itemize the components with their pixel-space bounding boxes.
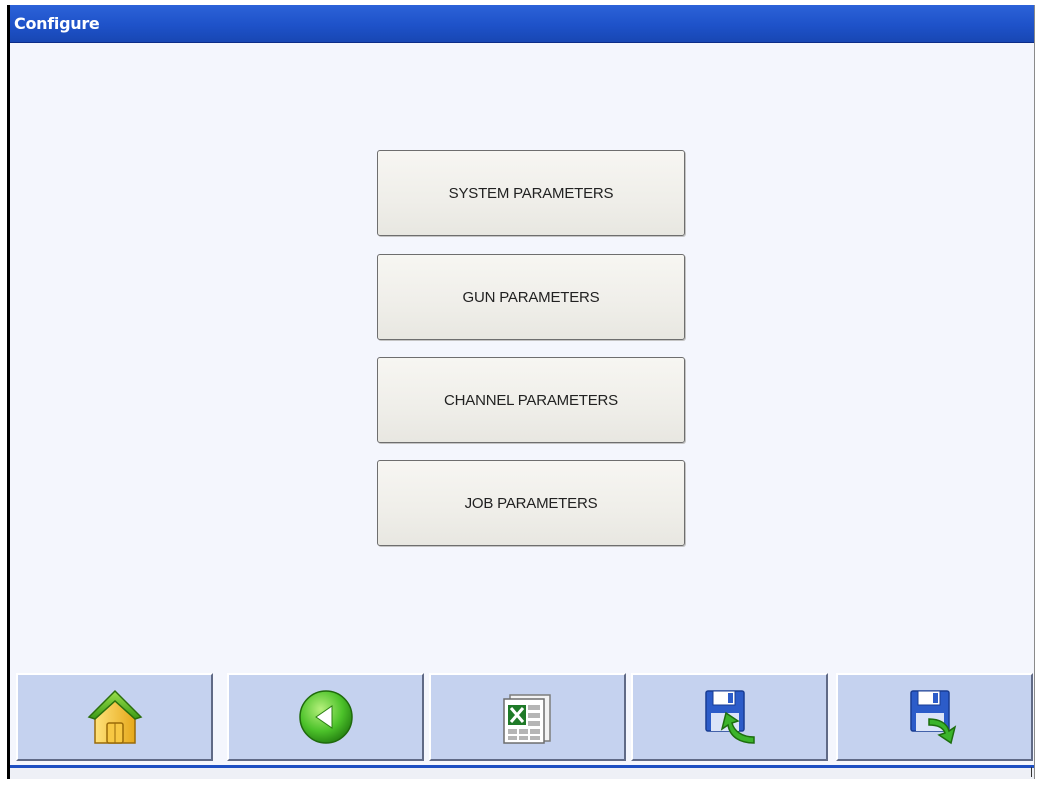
back-arrow-icon (298, 690, 353, 744)
load-button[interactable] (631, 673, 828, 761)
gun-parameters-button[interactable]: GUN PARAMETERS (377, 254, 685, 340)
home-button[interactable] (16, 673, 213, 761)
save-disk-icon (909, 690, 956, 745)
channel-parameters-button[interactable]: CHANNEL PARAMETERS (377, 357, 685, 443)
window-title: Configure (14, 14, 100, 33)
title-bar: Configure (10, 5, 1034, 43)
bottom-toolbar (10, 669, 1034, 765)
resize-grip (1031, 767, 1032, 777)
status-bar (10, 765, 1034, 779)
job-parameters-button[interactable]: JOB PARAMETERS (377, 460, 685, 546)
system-parameters-button[interactable]: SYSTEM PARAMETERS (377, 150, 685, 236)
configure-menu: SYSTEM PARAMETERS GUN PARAMETERS CHANNEL… (10, 43, 1034, 666)
configure-window: Configure SYSTEM PARAMETERS GUN PARAMETE… (7, 5, 1035, 779)
save-button[interactable] (836, 673, 1033, 761)
export-spreadsheet-button[interactable] (429, 673, 626, 761)
job-parameters-label: JOB PARAMETERS (464, 494, 598, 512)
home-icon (87, 689, 142, 744)
channel-parameters-label: CHANNEL PARAMETERS (444, 391, 618, 409)
load-disk-icon (704, 690, 755, 744)
back-button[interactable] (227, 673, 424, 761)
spreadsheet-export-icon (502, 694, 551, 744)
gun-parameters-label: GUN PARAMETERS (462, 288, 600, 306)
system-parameters-label: SYSTEM PARAMETERS (448, 184, 614, 202)
